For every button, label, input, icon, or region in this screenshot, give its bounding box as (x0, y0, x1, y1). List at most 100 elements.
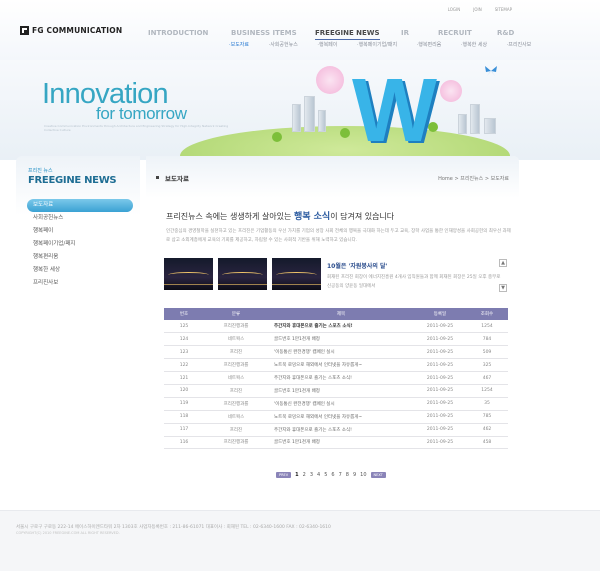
subnav-item[interactable]: ·행복페이 (317, 42, 346, 48)
row-title[interactable]: 노트북 로밍으로 해외에서 인터넷을 자유롭게~ (268, 410, 414, 424)
table-row[interactable]: 125 프리진행과를 주간지와 휴대폰으로 즐기는 스포츠 소식! 2011-09-2… (164, 320, 508, 334)
subnav-item[interactable]: ·행복페이기업/패지 (357, 42, 406, 48)
row-views: 509 (466, 345, 508, 360)
sidebar-item-happy-world[interactable]: 행복한 세상 (27, 264, 133, 277)
table-row[interactable]: 120 프리진 골드번호 1만1천개 배정 2011-09-25 1254 (164, 384, 508, 398)
table-row[interactable]: 118 네트웍스 노트북 로밍으로 해외에서 인터넷을 자유롭게~ 2011-09-2… (164, 410, 508, 424)
row-views: 1254 (466, 320, 508, 334)
nav-rnd[interactable]: R&D (497, 29, 514, 37)
building-illustration (318, 110, 326, 132)
page-number[interactable]: 2 (303, 472, 306, 478)
page-number[interactable]: 3 (310, 472, 313, 478)
sidebar-menu: 보도자료 사회공헌뉴스 행복페이 행복페이기업/패지 행복편리움 행복한 세상 … (27, 199, 133, 290)
photo-thumbnail[interactable] (272, 258, 321, 290)
featured-article: 10월은 '자원봉사의 달' 회재된 프리진 회장이 에너지진흥원 4개사 임직… (327, 261, 505, 291)
row-date: 2011-09-25 (414, 410, 466, 424)
building-illustration (292, 104, 301, 132)
table-header-row: 번호 분류 제목 등록일 조회수 (164, 308, 508, 320)
subnav-item[interactable]: ·보도자료 (229, 42, 258, 48)
page-number[interactable]: 6 (331, 472, 334, 478)
sidebar-item-press[interactable]: 보도자료 (27, 199, 133, 212)
scroll-down-icon[interactable]: ▼ (499, 284, 507, 292)
nav-ir[interactable]: IR (401, 29, 409, 37)
table-row[interactable]: 122 프리진행과를 노트북 로밍으로 해외에서 인터넷을 자유롭게~ 2011-09… (164, 358, 508, 373)
sidebar-category: 프리진 뉴스 (28, 168, 53, 174)
row-number: 123 (164, 345, 204, 360)
sidebar-item-happy-convenience[interactable]: 행복편리움 (27, 251, 133, 264)
sub-nav: ·보도자료 ·사회공헌뉴스 ·행복페이 ·행복페이기업/패지 ·행복편리움 ·행… (229, 41, 549, 48)
scroll-up-icon[interactable]: ▲ (499, 259, 507, 267)
table-row[interactable]: 116 프리진행과를 골드번호 1만1천개 배정 2011-09-25 458 (164, 436, 508, 450)
sidebar-item-csr-news[interactable]: 사회공헌뉴스 (27, 212, 133, 225)
subnav-item[interactable]: ·사회공헌뉴스 (269, 42, 307, 48)
subnav-item[interactable]: ·행복한 세상 (461, 42, 496, 48)
nav-introduction[interactable]: INTRODUCTION (148, 29, 208, 37)
page-number[interactable]: 1 (295, 472, 298, 478)
row-number: 122 (164, 358, 204, 373)
util-sitemap[interactable]: SITEMAP (495, 7, 512, 12)
row-title[interactable]: 주간지와 휴대폰으로 즐기는 스포츠 소식! (268, 371, 414, 385)
row-category: 프리진행과를 (204, 358, 268, 373)
flower-illustration (440, 80, 462, 102)
nav-recruit[interactable]: RECRUIT (438, 29, 472, 37)
table-row[interactable]: 121 네트웍스 주간지와 휴대폰으로 즐기는 스포츠 소식! 2011-09-25 4… (164, 371, 508, 385)
featured-title[interactable]: 10월은 '자원봉사의 달' (327, 261, 505, 270)
table-row[interactable]: 124 네트웍스 골드번호 1만1천개 배정 2011-09-25 784 (164, 332, 508, 347)
row-title[interactable]: 골드번호 1만1천개 배정 (268, 384, 414, 398)
row-date: 2011-09-25 (414, 332, 466, 347)
page-number[interactable]: 10 (360, 472, 366, 478)
row-views: 1254 (466, 384, 508, 398)
headline-post: 이 담겨져 있습니다 (330, 212, 395, 221)
intro-text: 인간중심의 경영철학을 실천하고 있는 프리진은 기업활동의 우선 가치를 기업… (166, 229, 511, 243)
row-title[interactable]: 골드번호 1만1천개 배정 (268, 332, 414, 347)
row-number: 120 (164, 384, 204, 398)
row-category: 네트웍스 (204, 410, 268, 424)
row-views: 325 (466, 358, 508, 373)
page-number[interactable]: 9 (353, 472, 356, 478)
row-title[interactable]: 골드번호 1만1천개 배정 (268, 436, 414, 450)
subnav-item[interactable]: ·프리진사보 (507, 42, 541, 48)
sidebar-item-newsletter[interactable]: 프리진사보 (27, 277, 133, 290)
table-row[interactable]: 123 프리진 '이동통신 완전경쟁' 캠페인 실시 2011-09-25 509 (164, 345, 508, 360)
table-row[interactable]: 117 프리진 주간지와 휴대폰으로 즐기는 스포츠 소식! 2011-09-25 46… (164, 423, 508, 437)
photo-thumbnails (164, 258, 321, 290)
page-number[interactable]: 8 (346, 472, 349, 478)
next-button[interactable]: NEXT (370, 472, 386, 478)
logo-icon (20, 26, 29, 35)
sidebar-item-happy-pay[interactable]: 행복페이 (27, 225, 133, 238)
butterfly-icon (485, 66, 497, 76)
util-login[interactable]: LOGIN (448, 7, 461, 12)
footer-address: 서울시 구로구 구로동 222-14 에이스하이엔드타워 2차 1303호 사업… (16, 525, 331, 530)
sidebar-item-happy-pay-corp[interactable]: 행복페이기업/패지 (27, 238, 133, 251)
row-title[interactable]: '이동통신 완전경쟁' 캠페인 실시 (268, 397, 414, 411)
page-number[interactable]: 7 (339, 472, 342, 478)
row-views: 35 (466, 397, 508, 411)
table-row[interactable]: 119 프리진행과를 '이동통신 완전경쟁' 캠페인 실시 2011-09-25 35 (164, 397, 508, 411)
subnav-item[interactable]: ·행복편리움 (417, 42, 451, 48)
row-category: 네트웍스 (204, 371, 268, 385)
nav-business-items[interactable]: BUSINESS ITEMS (231, 29, 297, 37)
photo-thumbnail[interactable] (164, 258, 213, 290)
row-title[interactable]: '이동통신 완전경쟁' 캠페인 실시 (268, 345, 414, 360)
headline: 프리진뉴스 속에는 생생하게 살아있는 행복 소식이 담겨져 있습니다 (166, 209, 394, 222)
row-title[interactable]: 노트북 로밍으로 해외에서 인터넷을 자유롭게~ (268, 358, 414, 373)
row-number: 121 (164, 371, 204, 385)
row-views: 785 (466, 410, 508, 424)
row-date: 2011-09-25 (414, 397, 466, 411)
headline-emphasis: 행복 소식 (293, 212, 331, 222)
subnav-label: 프리진사보 (508, 42, 532, 48)
header: FG COMMUNICATION LOGIN JOIN SITEMAP INTR… (0, 0, 600, 60)
page-number[interactable]: 4 (317, 472, 320, 478)
util-join[interactable]: JOIN (473, 7, 482, 12)
headline-pre: 프리진뉴스 속에는 생생하게 살아있는 (166, 212, 294, 221)
sidebar-title: FREEGINE NEWS (28, 175, 117, 186)
row-title[interactable]: 주간지와 휴대폰으로 즐기는 스포츠 소식! (268, 423, 414, 437)
row-title[interactable]: 주간지와 휴대폰으로 즐기는 스포츠 소식! (268, 320, 414, 334)
prev-button[interactable]: PREV (276, 472, 292, 478)
logo[interactable]: FG COMMUNICATION (20, 26, 122, 35)
nav-freegine-news[interactable]: FREEGINE NEWS (315, 29, 380, 40)
row-category: 프리진 (204, 423, 268, 437)
pagination: PREV 1 2 3 4 5 6 7 8 9 10 NEXT (276, 472, 386, 478)
photo-thumbnail[interactable] (218, 258, 267, 290)
page-number[interactable]: 5 (324, 472, 327, 478)
